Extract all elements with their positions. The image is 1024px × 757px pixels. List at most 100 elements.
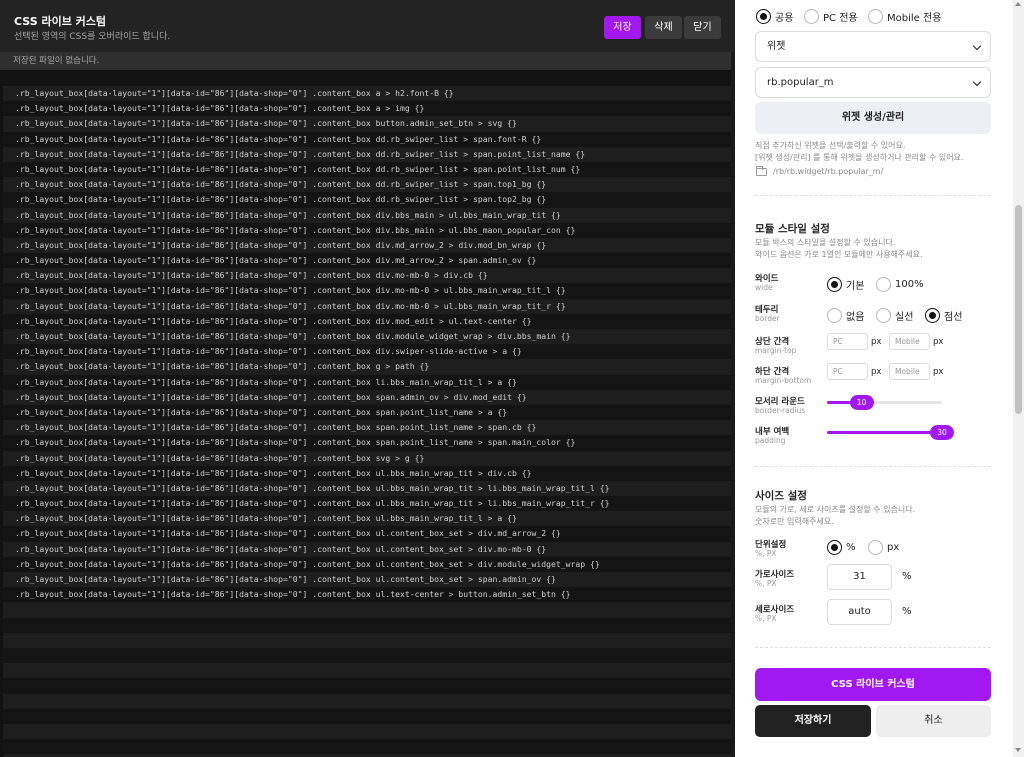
cancel-button[interactable]: 취소 (876, 705, 991, 737)
margin-bottom-pc-input[interactable]: PC (827, 363, 868, 380)
width-input[interactable]: 31 (827, 564, 892, 590)
code-line[interactable]: .rb_layout_box[data-layout="1"][data-id=… (3, 131, 735, 147)
editor-close-button[interactable]: 닫기 (684, 16, 721, 39)
size-title: 사이즈 설정 (755, 490, 807, 502)
code-line[interactable] (3, 708, 735, 724)
radio-unit-px[interactable] (868, 540, 883, 555)
code-line[interactable]: .rb_layout_box[data-layout="1"][data-id=… (3, 389, 735, 405)
code-line[interactable]: .rb_layout_box[data-layout="1"][data-id=… (3, 450, 735, 466)
radio-border-solid[interactable] (876, 308, 891, 323)
widget-manage-button[interactable]: 위젯 생성/관리 (755, 102, 991, 134)
margin-top-pc-unit: px (871, 337, 882, 347)
device-pc-label: PC 전용 (823, 13, 858, 24)
device-option-pc[interactable]: PC 전용 (804, 6, 858, 25)
code-line[interactable]: .rb_layout_box[data-layout="1"][data-id=… (3, 541, 735, 557)
padding-slider-thumb[interactable]: 30 (930, 425, 954, 440)
code-line[interactable]: .rb_layout_box[data-layout="1"][data-id=… (3, 556, 735, 572)
code-line[interactable]: .rb_layout_box[data-layout="1"][data-id=… (3, 526, 735, 542)
code-line[interactable] (3, 693, 735, 709)
code-line[interactable]: .rb_layout_box[data-layout="1"][data-id=… (3, 420, 735, 436)
code-line[interactable]: .rb_layout_box[data-layout="1"][data-id=… (3, 146, 735, 162)
panel-scrollbar-thumb[interactable] (1015, 205, 1022, 414)
unit-option-percent[interactable]: % (827, 537, 856, 556)
code-editor[interactable]: .rb_layout_box[data-layout="1"][data-id=… (3, 86, 735, 757)
code-line[interactable] (3, 739, 735, 755)
margin-top-mobile-unit: px (933, 337, 944, 347)
code-line[interactable]: .rb_layout_box[data-layout="1"][data-id=… (3, 511, 735, 527)
code-line[interactable] (3, 678, 735, 694)
code-line[interactable]: .rb_layout_box[data-layout="1"][data-id=… (3, 572, 735, 588)
unit-percent-label: % (846, 542, 856, 553)
code-line[interactable] (3, 617, 735, 633)
code-line[interactable] (3, 723, 735, 740)
code-line[interactable]: .rb_layout_box[data-layout="1"][data-id=… (3, 344, 735, 360)
code-line[interactable]: .rb_layout_box[data-layout="1"][data-id=… (3, 177, 735, 193)
wide-option-default[interactable]: 기본 (827, 274, 864, 293)
code-line[interactable]: .rb_layout_box[data-layout="1"][data-id=… (3, 359, 735, 375)
editor-delete-button[interactable]: 삭제 (645, 16, 682, 39)
code-line[interactable]: .rb_layout_box[data-layout="1"][data-id=… (3, 253, 735, 269)
code-line[interactable]: .rb_layout_box[data-layout="1"][data-id=… (3, 298, 735, 314)
radio-pc[interactable] (804, 9, 819, 24)
radio-common[interactable] (756, 9, 771, 24)
margin-top-pc-input[interactable]: PC (827, 333, 868, 350)
code-line[interactable]: .rb_layout_box[data-layout="1"][data-id=… (3, 404, 735, 421)
code-line[interactable] (3, 632, 735, 648)
wide-full-label: 100% (895, 279, 924, 290)
margin-bottom-mobile-input[interactable]: Mobile (889, 363, 930, 380)
code-line[interactable]: .rb_layout_box[data-layout="1"][data-id=… (3, 435, 735, 451)
code-line[interactable]: .rb_layout_box[data-layout="1"][data-id=… (3, 116, 735, 132)
code-line[interactable]: .rb_layout_box[data-layout="1"][data-id=… (3, 283, 735, 299)
code-line[interactable]: .rb_layout_box[data-layout="1"][data-id=… (3, 329, 735, 345)
editor-subtitle: 선택된 영역의 CSS를 오버라이드 합니다. (14, 32, 171, 42)
code-line[interactable]: .rb_layout_box[data-layout="1"][data-id=… (3, 207, 735, 223)
code-line[interactable]: .rb_layout_box[data-layout="1"][data-id=… (3, 496, 735, 512)
code-line[interactable]: .rb_layout_box[data-layout="1"][data-id=… (3, 480, 735, 497)
radio-border-none[interactable] (827, 308, 842, 323)
widget-path: /rb/rb.widget/rb.popular_m/ (773, 167, 884, 176)
device-option-common[interactable]: 공용 (756, 6, 793, 25)
widget-select[interactable]: rb.popular_m (755, 67, 991, 98)
module-style-desc-1: 모듈 박스의 스타일을 설정할 수 있습니다. (755, 238, 896, 247)
border-radius-slider-thumb[interactable]: 10 (849, 395, 874, 410)
code-line[interactable] (3, 647, 735, 664)
code-line[interactable]: .rb_layout_box[data-layout="1"][data-id=… (3, 222, 735, 238)
code-line[interactable]: .rb_layout_box[data-layout="1"][data-id=… (3, 86, 735, 102)
code-line[interactable]: .rb_layout_box[data-layout="1"][data-id=… (3, 161, 735, 178)
help-text-1: 직접 추가하신 위젯을 선택/출력할 수 있어요. (755, 141, 906, 150)
code-line[interactable]: .rb_layout_box[data-layout="1"][data-id=… (3, 268, 735, 284)
height-input[interactable]: auto (827, 599, 892, 625)
code-line[interactable]: .rb_layout_box[data-layout="1"][data-id=… (3, 192, 735, 208)
border-option-solid[interactable]: 실선 (876, 305, 913, 324)
radio-unit-percent[interactable] (827, 540, 842, 555)
code-line[interactable] (3, 663, 735, 679)
radio-border-dashed[interactable] (925, 308, 940, 323)
width-unit: % (902, 571, 912, 582)
margin-top-mobile-input[interactable]: Mobile (889, 333, 930, 350)
margin-bottom-sublabel: margin-bottom (755, 376, 812, 385)
code-line[interactable]: .rb_layout_box[data-layout="1"][data-id=… (3, 313, 735, 329)
margin-bottom-pc-unit: px (871, 367, 882, 377)
code-line[interactable]: .rb_layout_box[data-layout="1"][data-id=… (3, 237, 735, 254)
border-option-dashed[interactable]: 점선 (925, 305, 962, 324)
code-line[interactable]: .rb_layout_box[data-layout="1"][data-id=… (3, 465, 735, 481)
radio-mobile[interactable] (868, 9, 883, 24)
padding-slider[interactable]: 30 (827, 425, 954, 440)
wide-option-full[interactable]: 100% (876, 274, 924, 293)
code-line[interactable]: .rb_layout_box[data-layout="1"][data-id=… (3, 101, 735, 117)
editor-save-button[interactable]: 저장 (604, 16, 641, 39)
save-button[interactable]: 저장하기 (755, 705, 871, 737)
device-option-mobile[interactable]: Mobile 전용 (868, 6, 941, 25)
code-line[interactable]: .rb_layout_box[data-layout="1"][data-id=… (3, 587, 735, 603)
css-live-custom-button[interactable]: CSS 라이브 커스텀 (755, 668, 991, 701)
unit-option-px[interactable]: px (868, 537, 899, 556)
type-select[interactable]: 위젯 (755, 31, 991, 62)
border-option-none[interactable]: 없음 (827, 305, 864, 324)
code-line[interactable]: .rb_layout_box[data-layout="1"][data-id=… (3, 374, 735, 390)
border-radius-slider[interactable]: 10 (827, 395, 942, 410)
scroll-down-arrow-icon[interactable] (1015, 748, 1021, 752)
radio-wide-default[interactable] (827, 277, 842, 292)
code-line[interactable] (3, 602, 735, 618)
radio-wide-full[interactable] (876, 277, 891, 292)
scroll-up-arrow-icon[interactable] (1015, 2, 1021, 6)
